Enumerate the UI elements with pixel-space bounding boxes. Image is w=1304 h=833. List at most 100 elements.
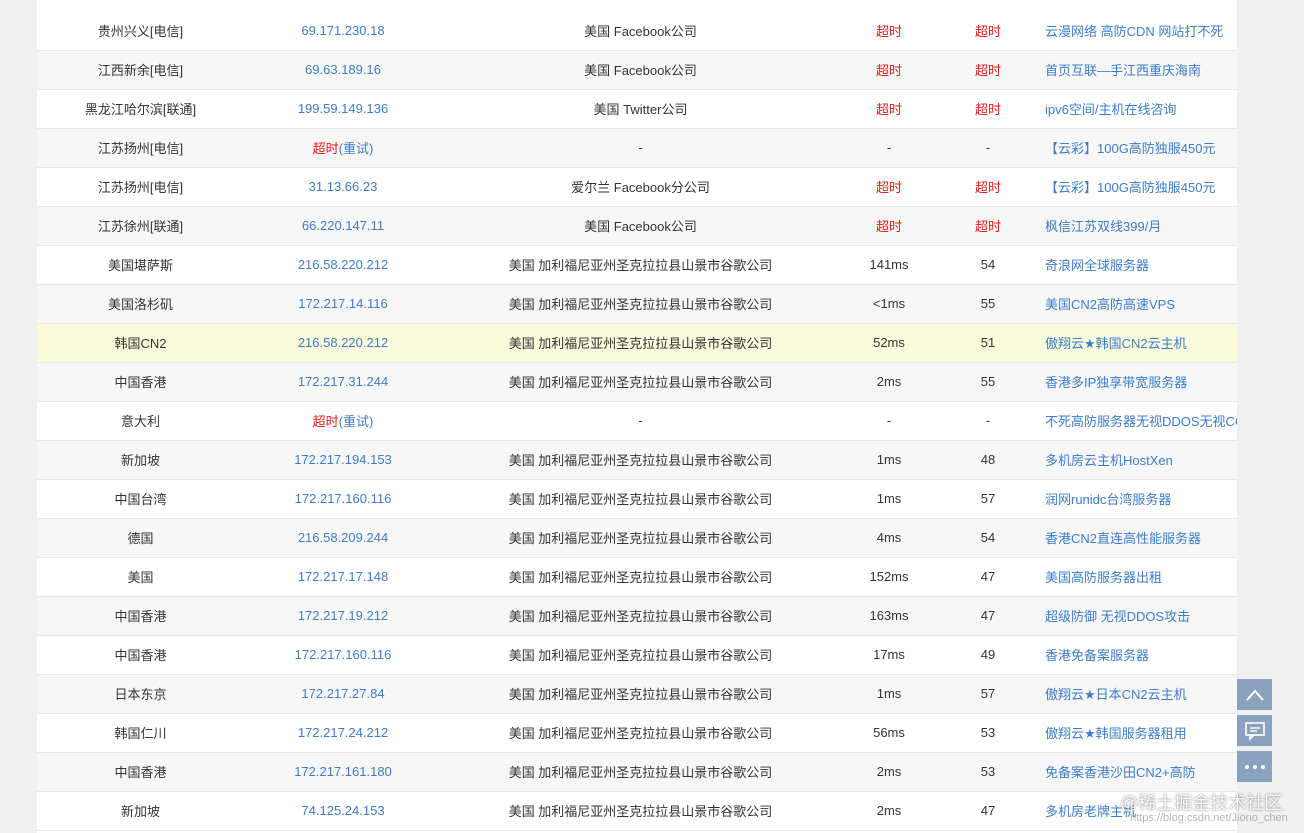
comment-button[interactable] [1237,715,1272,746]
response-time-cell: 152ms [839,557,939,597]
ad-link[interactable]: 香港免备案服务器 [1037,635,1237,675]
ttl-cell: - [939,128,1037,168]
ip-link[interactable]: 31.13.66.23 [244,167,442,207]
ad-link[interactable]: 云漫网络 高防CDN 网站打不死 [1037,11,1237,51]
location-cell: 德国 [37,518,244,558]
location-cell: 意大利 [37,401,244,441]
ip-location-cell: 美国 加利福尼亚州圣克拉拉县山景市谷歌公司 [442,362,839,402]
ttl-cell: 57 [939,674,1037,714]
location-cell: 中国香港 [37,635,244,675]
ip-location-cell: 美国 Facebook公司 [442,50,839,90]
response-time-cell: 17ms [839,635,939,675]
ip-link[interactable]: 69.63.189.16 [244,50,442,90]
ip-link[interactable]: 172.217.17.148 [244,557,442,597]
ad-link[interactable]: 超级防御 无视DDOS攻击 [1037,596,1237,636]
ad-link[interactable]: 首页互联—手江西重庆海南 [1037,50,1237,90]
ip-link[interactable]: 172.217.160.116 [244,479,442,519]
ttl-cell: 超时 [939,11,1037,51]
ip-link[interactable]: 172.217.161.180 [244,752,442,792]
ip-location-cell: 美国 加利福尼亚州圣克拉拉县山景市谷歌公司 [442,674,839,714]
response-time-cell: 141ms [839,245,939,285]
table-row: 日本东京 172.217.27.84 美国 加利福尼亚州圣克拉拉县山景市谷歌公司 1m… [37,674,1237,714]
ip-location-cell: - [442,128,839,168]
response-time-cell: 超时 [839,89,939,129]
table-row: 贵州兴义[电信] 69.171.230.18 美国 Facebook公司 超时 超时 云漫… [37,11,1237,51]
response-time-cell: 2ms [839,791,939,831]
ip-link[interactable]: 172.217.160.116 [244,635,442,675]
more-button[interactable] [1237,751,1272,782]
ip-link[interactable]: 69.171.230.18 [244,11,442,51]
table-row: 江苏扬州[电信] 超时(重试) - - - 【云彩】100G高防独服450元 [37,128,1237,168]
ip-location-cell: 美国 加利福尼亚州圣克拉拉县山景市谷歌公司 [442,713,839,753]
chevron-up-icon [1245,688,1264,701]
response-time-cell: 1ms [839,674,939,714]
location-cell: 韩国CN2 [37,323,244,363]
retry-link[interactable]: (重试) [339,414,374,429]
ip-location-cell: 爱尔兰 Facebook分公司 [442,167,839,207]
ad-link[interactable]: 【云彩】100G高防独服450元 [1037,128,1237,168]
ip-link[interactable]: 172.217.19.212 [244,596,442,636]
ad-link[interactable]: 傲翔云★韩国服务器租用 [1037,713,1237,753]
ip-link[interactable]: 66.220.147.11 [244,206,442,246]
ad-link[interactable]: 傲翔云★韩国CN2云主机 [1037,323,1237,363]
location-cell: 美国洛杉矶 [37,284,244,324]
ip-link[interactable]: 172.217.194.153 [244,440,442,480]
ip-location-cell: 美国 加利福尼亚州圣克拉拉县山景市谷歌公司 [442,791,839,831]
back-to-top-button[interactable] [1237,679,1272,710]
ad-link[interactable]: 香港CN2直连高性能服务器 [1037,518,1237,558]
ttl-cell: 47 [939,596,1037,636]
location-cell: 中国香港 [37,596,244,636]
ip-location-cell: 美国 加利福尼亚州圣克拉拉县山景市谷歌公司 [442,440,839,480]
ttl-cell: 超时 [939,206,1037,246]
response-time-cell: <1ms [839,284,939,324]
ip-location-cell: 美国 Facebook公司 [442,11,839,51]
ad-link[interactable]: 润网runidc台湾服务器 [1037,479,1237,519]
table-row: 中国香港 172.217.160.116 美国 加利福尼亚州圣克拉拉县山景市谷歌公司… [37,635,1237,675]
ttl-cell: 48 [939,440,1037,480]
ip-link[interactable]: 74.125.24.153 [244,791,442,831]
location-cell: 江苏扬州[电信] [37,167,244,207]
ad-link[interactable]: 香港多IP独享带宽服务器 [1037,362,1237,402]
table-row: 中国香港 172.217.161.180 美国 加利福尼亚州圣克拉拉县山景市谷歌公司… [37,752,1237,792]
ip-location-cell: 美国 加利福尼亚州圣克拉拉县山景市谷歌公司 [442,323,839,363]
ip-link[interactable]: 216.58.220.212 [244,323,442,363]
ttl-cell: 57 [939,479,1037,519]
ad-link[interactable]: 【云彩】100G高防独服450元 [1037,167,1237,207]
ad-link[interactable]: ipv6空间/主机在线咨询 [1037,89,1237,129]
ip-link[interactable]: 216.58.220.212 [244,245,442,285]
ping-results-body: 贵州兴义[电信] 69.171.230.18 美国 Facebook公司 超时 超时 云漫… [37,11,1237,831]
ad-link[interactable]: 奇浪网全球服务器 [1037,245,1237,285]
retry-link[interactable]: (重试) [339,141,374,156]
response-time-cell: 1ms [839,479,939,519]
ad-link[interactable]: 傲翔云★日本CN2云主机 [1037,674,1237,714]
ad-link[interactable]: 枫信江苏双线399/月 [1037,206,1237,246]
ip-link[interactable]: 172.217.31.244 [244,362,442,402]
ip-link[interactable]: 172.217.14.116 [244,284,442,324]
ip-link[interactable]: 216.58.209.244 [244,518,442,558]
ad-link[interactable]: 免备案香港沙田CN2+高防 [1037,752,1237,792]
ip-link[interactable]: 172.217.27.84 [244,674,442,714]
table-row: 江苏扬州[电信] 31.13.66.23 爱尔兰 Facebook分公司 超时 超时 【云… [37,167,1237,207]
table-row: 新加坡 74.125.24.153 美国 加利福尼亚州圣克拉拉县山景市谷歌公司 2ms… [37,791,1237,831]
ip-link[interactable]: 172.217.24.212 [244,713,442,753]
ad-link[interactable]: 美国高防服务器出租 [1037,557,1237,597]
table-row: 美国堪萨斯 216.58.220.212 美国 加利福尼亚州圣克拉拉县山景市谷歌公司… [37,245,1237,285]
response-time-cell: 2ms [839,362,939,402]
ip-location-cell: 美国 加利福尼亚州圣克拉拉县山景市谷歌公司 [442,245,839,285]
ip-location-cell: 美国 加利福尼亚州圣克拉拉县山景市谷歌公司 [442,635,839,675]
location-cell: 中国香港 [37,752,244,792]
ad-link[interactable]: 多机房云主机HostXen [1037,440,1237,480]
ad-link[interactable]: 美国CN2高防高速VPS [1037,284,1237,324]
timeout-text: 超时 [312,414,339,429]
table-row: 德国 216.58.209.244 美国 加利福尼亚州圣克拉拉县山景市谷歌公司 4ms… [37,518,1237,558]
ip-location-cell: 美国 加利福尼亚州圣克拉拉县山景市谷歌公司 [442,284,839,324]
response-time-cell: 1ms [839,440,939,480]
location-cell: 新加坡 [37,440,244,480]
table-row: 中国香港 172.217.19.212 美国 加利福尼亚州圣克拉拉县山景市谷歌公司 1… [37,596,1237,636]
location-cell: 江苏扬州[电信] [37,128,244,168]
location-cell: 江西新余[电信] [37,50,244,90]
ad-link[interactable]: 不死高防服务器无视DDOS无视CC [1037,401,1237,441]
ttl-cell: 51 [939,323,1037,363]
ip-link[interactable]: 199.59.149.136 [244,89,442,129]
ttl-cell: 55 [939,362,1037,402]
